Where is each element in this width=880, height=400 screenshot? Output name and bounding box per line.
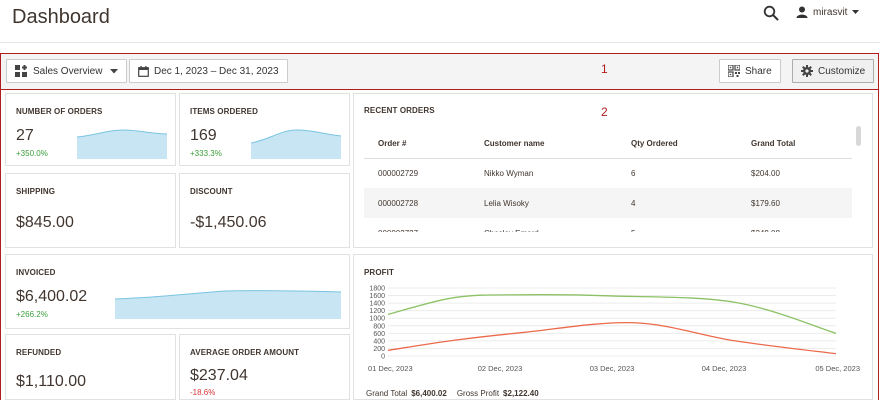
series-line-0 (387, 294, 837, 334)
dashboard-toolbar: Sales Overview Dec 1, 2023 – Dec 31, 202… (1, 54, 878, 89)
widget-title: INVOICED (16, 268, 56, 277)
discount-widget[interactable]: DISCOUNT -$1,450.06 (179, 173, 350, 248)
column-header-order[interactable]: Order # (364, 130, 470, 159)
board-selector-button[interactable]: Sales Overview (6, 59, 128, 83)
widget-title: ITEMS ORDERED (190, 107, 258, 116)
grand-total: $249.08 (737, 218, 852, 233)
share-label: Share (745, 65, 772, 77)
y-tick-label: 200 (373, 346, 385, 353)
number-of-orders-widget[interactable]: NUMBER OF ORDERS 27 +350.0% (5, 93, 176, 166)
x-tick-label: 01 Dec, 2023 (368, 364, 413, 373)
widget-title: DISCOUNT (190, 187, 233, 196)
x-tick-label: 03 Dec, 2023 (590, 364, 635, 373)
series-line-1 (387, 321, 837, 355)
widget-change: -18.6% (190, 388, 216, 397)
board-selector-label: Sales Overview (33, 65, 103, 77)
y-tick-label: 0 (381, 354, 385, 361)
qty-ordered: 6 (631, 168, 636, 178)
table-scrollbar[interactable] (856, 126, 861, 146)
grid-add-icon (15, 65, 27, 77)
widget-change: +333.3% (190, 149, 222, 158)
widget-value: -$1,450.06 (190, 214, 267, 231)
order-number: 000002727 (364, 218, 470, 233)
widget-title: RECENT ORDERS (364, 106, 435, 115)
customize-label: Customize (818, 65, 866, 77)
average-order-widget[interactable]: AVERAGE ORDER AMOUNT $237.04 -18.6% (179, 334, 350, 400)
widget-value: $237.04 (190, 367, 248, 384)
table-row[interactable]: 000002727 Chesley Emard 5 $249.08 (364, 218, 852, 233)
column-header-qty[interactable]: Qty Ordered (617, 130, 737, 159)
profit-widget: PROFIT 0 200 400 600 800 1000 1200 1400 1600 1800… (353, 254, 873, 400)
grand-total-label: Grand Total (366, 389, 408, 398)
qty-ordered: 5 (617, 218, 737, 233)
grand-total: $179.60 (737, 188, 852, 218)
caret-down-icon (852, 9, 860, 14)
widget-title: NUMBER OF ORDERS (16, 107, 103, 116)
gross-profit-value: $2,122.40 (503, 389, 539, 398)
gear-icon (801, 65, 813, 77)
y-tick-label: 1000 (369, 316, 385, 323)
username: mirasvit (813, 6, 848, 18)
items-sparkline (251, 129, 341, 159)
user-icon (796, 6, 808, 18)
widget-value: $1,110.00 (16, 373, 86, 390)
order-number: 000002729 (378, 168, 419, 178)
qty-ordered: 4 (617, 188, 737, 218)
shipping-widget[interactable]: SHIPPING $845.00 (5, 173, 176, 248)
grand-total: $204.00 (751, 168, 780, 178)
user-menu[interactable]: mirasvit (796, 6, 860, 18)
profit-chart: 020040060080010001200140016001800 01 Dec,… (368, 286, 860, 374)
page-title: Dashboard (12, 6, 110, 28)
recent-orders-widget: RECENT ORDERS Order # Customer name Qty … (353, 93, 873, 248)
items-ordered-widget[interactable]: ITEMS ORDERED 169 +333.3% (179, 93, 350, 166)
widget-title: AVERAGE ORDER AMOUNT (190, 348, 300, 357)
recent-orders-table: Order # Customer name Qty Ordered Grand … (364, 130, 852, 232)
table-row[interactable]: 000002728 Lelia Wisoky 4 $179.60 (364, 188, 852, 218)
x-tick-label: 04 Dec, 2023 (702, 364, 747, 373)
annotation-label-2: 2 (601, 105, 608, 119)
x-tick-label: 02 Dec, 2023 (478, 364, 523, 373)
gross-profit-label: Gross Profit (456, 389, 500, 398)
column-header-customer[interactable]: Customer name (470, 130, 617, 159)
y-tick-label: 1200 (369, 308, 385, 315)
customer-name: Lelia Wisoky (470, 188, 617, 218)
y-tick-label: 1400 (369, 301, 385, 308)
y-tick-label: 400 (373, 338, 385, 345)
invoiced-sparkline (115, 290, 341, 319)
widget-change: +266.2% (16, 310, 48, 319)
header-divider (0, 42, 880, 43)
column-header-grand-total[interactable]: Grand Total (737, 130, 852, 159)
qr-code-icon (728, 65, 740, 77)
calendar-icon (138, 65, 149, 77)
date-range-label: Dec 1, 2023 – Dec 31, 2023 (154, 65, 279, 77)
y-tick-label: 1800 (369, 286, 385, 293)
profit-summary: Grand Total $6,400.02 Gross Profit $2,12… (366, 389, 545, 398)
share-button[interactable]: Share (719, 59, 781, 83)
widget-title: SHIPPING (16, 187, 56, 196)
refunded-widget[interactable]: REFUNDED $1,110.00 (5, 334, 176, 400)
date-range-button[interactable]: Dec 1, 2023 – Dec 31, 2023 (129, 59, 288, 83)
table-row[interactable]: 000002729 Nikko Wyman 6 $204.00 (364, 158, 852, 188)
orders-sparkline (77, 129, 167, 159)
widget-value: $6,400.02 (16, 288, 88, 305)
y-tick-label: 1600 (369, 293, 385, 300)
caret-down-icon (110, 68, 119, 73)
invoiced-widget[interactable]: INVOICED $6,400.02 +266.2% (5, 254, 350, 329)
widget-value: 27 (16, 127, 34, 144)
order-number: 000002728 (364, 188, 470, 218)
widget-change: +350.0% (16, 149, 48, 158)
customize-button[interactable]: Customize (792, 59, 875, 83)
widget-title: REFUNDED (16, 348, 62, 357)
widget-value: 169 (190, 127, 217, 144)
search-icon[interactable] (763, 5, 779, 21)
y-tick-label: 600 (373, 331, 385, 338)
widget-value: $845.00 (16, 214, 74, 231)
annotation-label-1: 1 (601, 62, 608, 76)
grand-total-value: $6,400.02 (411, 389, 447, 398)
customer-name: Chesley Emard (470, 218, 617, 233)
y-tick-label: 800 (373, 323, 385, 330)
customer-name: Nikko Wyman (484, 168, 534, 178)
x-tick-label: 05 Dec, 2023 (815, 364, 860, 373)
